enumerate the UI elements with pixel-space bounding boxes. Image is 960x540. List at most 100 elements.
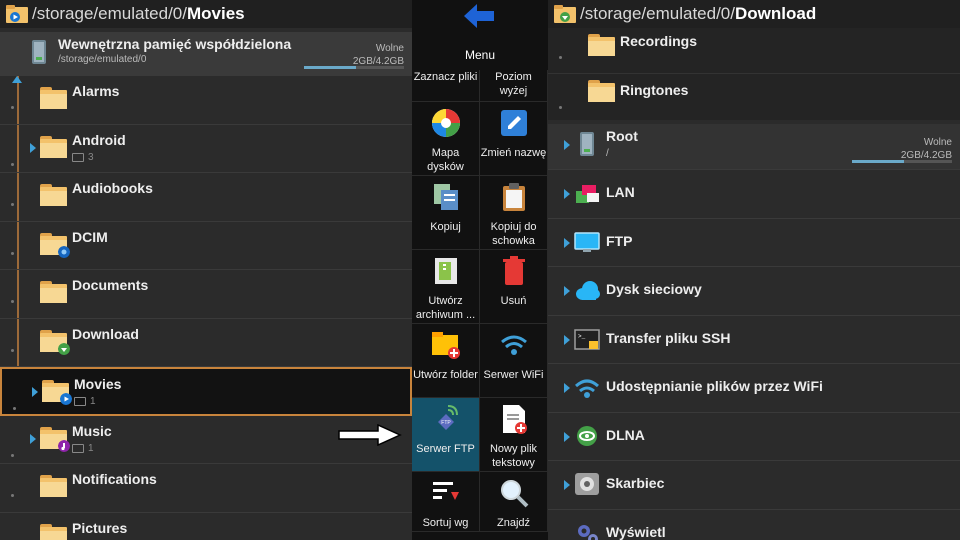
download-folder-path-icon (554, 5, 576, 23)
folder-row-alarms[interactable]: Alarms (0, 76, 412, 125)
menu-item-sort[interactable]: Sortuj wg (412, 472, 480, 532)
menu-item-label: Utwórz archiwum ... (415, 295, 476, 321)
location-row-ftp-monitor[interactable]: FTP (548, 219, 960, 267)
location-name: Udostępnianie plików przez WiFi (606, 378, 823, 394)
subfolder-row-ringtones[interactable]: Ringtones (548, 74, 960, 120)
menu-item-wifi[interactable]: Serwer WiFi (480, 324, 548, 398)
location-name: FTP (606, 232, 633, 249)
folder-row-download[interactable]: Download (0, 319, 412, 367)
root-storage-row[interactable]: Root / Wolne 2GB/4.2GB (548, 124, 960, 170)
subfolder-name: Ringtones (620, 82, 689, 98)
cloud-icon (576, 281, 600, 300)
expand-arrow-icon[interactable] (30, 142, 36, 153)
location-name: Wyświetl (606, 523, 666, 540)
right-path-bar[interactable]: /storage/emulated/0/Download (548, 0, 960, 28)
menu-item-new-folder[interactable]: Utwórz folder (412, 324, 480, 398)
storage-free-label: Wolne (375, 43, 404, 54)
folder-icon (40, 329, 70, 355)
rename-icon (500, 110, 527, 136)
row-dot (11, 203, 14, 206)
storage-title: Wewnętrzna pamięć współdzielona (58, 36, 292, 52)
internal-storage-row[interactable]: Wewnętrzna pamięć współdzielona /storage… (0, 32, 412, 83)
music-badge-icon (58, 439, 70, 452)
folder-row-pictures[interactable]: Pictures (0, 513, 412, 540)
folder-icon (40, 475, 67, 497)
storage-usage-fill (304, 66, 356, 69)
subfolder-name: Recordings (620, 33, 698, 49)
location-row-ssh-terminal[interactable]: >_ Transfer pliku SSH (548, 316, 960, 364)
menu-item-ftp-server[interactable]: FTP Serwer FTP (412, 398, 480, 472)
folder-icon (42, 380, 72, 405)
folder-icon (40, 184, 67, 206)
row-dot (11, 300, 14, 303)
right-path-current: Download (734, 4, 817, 23)
left-path-bar[interactable]: /storage/emulated/0/Movies (0, 0, 412, 28)
location-row-wifi-share[interactable]: Udostępnianie plików przez WiFi (548, 364, 960, 413)
expand-arrow-icon[interactable] (32, 387, 38, 397)
folder-name: Notifications (72, 471, 157, 487)
back-arrow-icon[interactable] (464, 4, 494, 28)
root-usage-fill (852, 160, 904, 163)
expand-arrow-icon[interactable] (564, 383, 570, 393)
expand-arrow-icon[interactable] (30, 433, 36, 444)
menu-item-label: Zmień nazwę (480, 147, 547, 159)
dlna-icon (577, 425, 597, 446)
location-row-cloud[interactable]: Dysk sieciowy (548, 267, 960, 316)
left-path-prefix: /storage/emulated/0/ (32, 4, 187, 23)
folder-name: Movies (74, 376, 122, 392)
menu-item-trash[interactable]: Usuń (480, 250, 548, 324)
folder-name: Download (72, 325, 139, 342)
row-dot (11, 453, 14, 457)
menu-item-clipboard[interactable]: Kopiuj do schowka (480, 176, 548, 250)
expand-arrow-icon[interactable] (564, 480, 570, 490)
subfolder-row-recordings[interactable]: Recordings (548, 28, 960, 74)
location-row-dlna[interactable]: DLNA (548, 413, 960, 461)
location-row-lan[interactable]: LAN (548, 170, 960, 219)
menu-item-copy[interactable]: Kopiuj (412, 176, 480, 250)
wifi-icon (500, 335, 527, 355)
folder-row-audiobooks[interactable]: Audiobooks (0, 173, 412, 222)
folder-icon (40, 232, 70, 258)
menu-item-label: Mapa dysków (427, 147, 464, 173)
menu-item-archive[interactable]: Utwórz archiwum ... (412, 250, 480, 324)
expand-arrow-icon[interactable] (564, 237, 570, 248)
folder-icon (40, 426, 70, 452)
ftp-monitor-icon (574, 231, 600, 252)
svg-text:FTP: FTP (441, 420, 451, 426)
menu-item-label: Serwer FTP (416, 443, 475, 455)
sort-icon (432, 482, 459, 500)
archive-icon (434, 258, 457, 284)
folder-count-value: 1 (88, 442, 94, 454)
menu-item-level-up[interactable]: Poziom wyżej (480, 70, 548, 102)
folder-row-documents[interactable]: Documents (0, 270, 412, 319)
expand-arrow-icon[interactable] (564, 189, 570, 199)
menu-item-rename[interactable]: Zmień nazwę (480, 102, 548, 176)
root-free: Wolne 2GB/4.2GB (901, 136, 952, 162)
folder-row-notifications[interactable]: Notifications (0, 464, 412, 513)
menu-item-label: Kopiuj do schowka (490, 221, 537, 247)
menu-item-disk-map[interactable]: Mapa dysków (412, 102, 480, 176)
expand-arrow-icon[interactable] (564, 140, 570, 150)
menu-item-search[interactable]: Znajdź (480, 472, 548, 532)
folder-row-movies[interactable]: Movies 1 (0, 367, 412, 416)
expand-arrow-icon[interactable] (564, 334, 570, 345)
dcim-badge-icon (58, 245, 70, 258)
expand-arrow-icon[interactable] (564, 431, 570, 442)
location-row-vault[interactable]: Skarbiec (548, 461, 960, 510)
trash-icon (502, 256, 525, 285)
folder-row-android[interactable]: Android 3 (0, 125, 412, 173)
location-row-settings-gears[interactable]: Wyświetl (548, 510, 960, 540)
settings-gears-icon (578, 524, 598, 540)
pointer-arrow-icon (338, 424, 402, 446)
expand-arrow-icon[interactable] (564, 286, 570, 296)
vault-icon (575, 473, 599, 495)
menu-item-label: Usuń (500, 295, 527, 307)
row-dot (11, 251, 14, 255)
folder-icon (40, 281, 67, 303)
download-subfolders: Recordings Ringtones (548, 28, 960, 120)
menu-item-new-text-file[interactable]: Nowy plik tekstowy (480, 398, 548, 472)
menu-item-select-files[interactable]: Zaznacz pliki (412, 70, 480, 102)
folder-row-dcim[interactable]: DCIM (0, 222, 412, 270)
download-badge-icon (58, 342, 70, 355)
folder-count: 3 (72, 152, 94, 163)
